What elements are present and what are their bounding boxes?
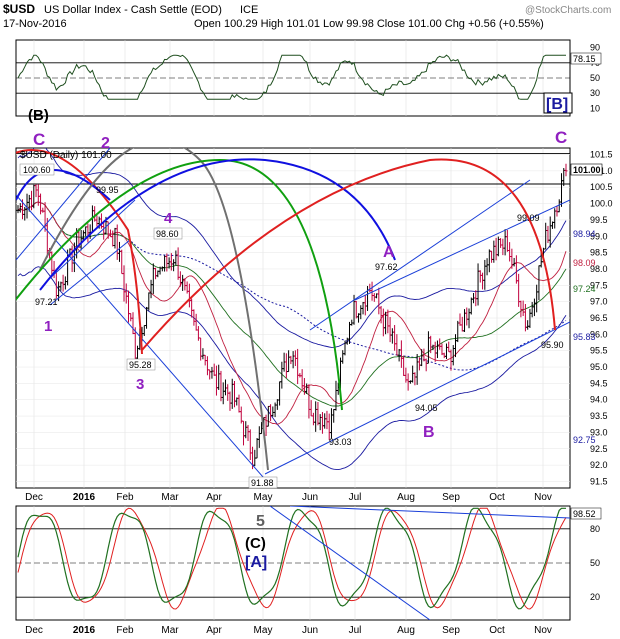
tag-bb-lower: 92.75 (573, 435, 596, 445)
x-tick-label-price: Mar (161, 492, 179, 503)
pivot-label-99-09: 99.09 (517, 213, 540, 223)
wave-c-left: C (33, 130, 45, 149)
wave-a-bracket: [A] (245, 554, 267, 571)
wave-b-bracket: [B] (546, 96, 568, 113)
x-tick-label-price: Sep (442, 492, 460, 503)
rsi-tick-label: 30 (590, 88, 600, 98)
header-name: US Dollar Index - Cash Settle (EOD) (44, 4, 222, 16)
x-tick-label-stoch: Jun (302, 625, 318, 636)
wave-b-mid: B (423, 424, 435, 441)
price-tick-label: 92.0 (590, 460, 608, 470)
tag-ma-green: 97.24 (573, 284, 596, 294)
pivot-label-94-05: 94.05 (415, 403, 438, 413)
x-tick-label-stoch: Dec (25, 625, 43, 636)
wave-2: 2 (101, 135, 110, 152)
price-tick-label: 100.0 (590, 199, 613, 209)
price-tick-label: 97.0 (590, 297, 608, 307)
price-tick-label: 98.5 (590, 248, 608, 258)
wave-4: 4 (164, 210, 173, 227)
pivot-label-98-60: 98.60 (156, 229, 179, 239)
x-tick-label-price: May (254, 492, 273, 503)
header-copyright: @StockCharts.com (525, 5, 611, 16)
price-tick-label: 101.5 (590, 150, 613, 160)
tag-bb-mid: 95.83 (573, 332, 596, 342)
pivot-label-97-62: 97.62 (375, 262, 398, 272)
x-tick-label-stoch: Feb (116, 625, 134, 636)
wave-1: 1 (44, 318, 52, 335)
pivot-label-95-28: 95.28 (129, 360, 152, 370)
rsi-tick-label: 50 (590, 73, 600, 83)
tag-stoch-last: 98.52 (573, 509, 596, 519)
wave-a-mid: A (383, 244, 395, 261)
wave-c-right: C (555, 128, 567, 147)
x-tick-label-stoch: 2016 (73, 625, 96, 636)
tag-bb-upper: 98.94 (573, 229, 596, 239)
x-tick-label-stoch: Mar (161, 625, 179, 636)
rsi-tick-label: 90 (590, 43, 600, 53)
price-legend: $USD (Daily) 101.00 (20, 150, 112, 161)
header-symbol: $USD (3, 2, 35, 16)
stoch-tick-label: 20 (590, 592, 600, 602)
x-tick-label-price: 2016 (73, 492, 96, 503)
x-tick-label-stoch: Jul (349, 625, 362, 636)
price-tick-label: 96.5 (590, 313, 608, 323)
x-tick-label-price: Apr (206, 492, 222, 503)
rsi-tick-label: 10 (590, 103, 600, 113)
x-tick-label-price: Aug (397, 492, 415, 503)
x-tick-label-price: Oct (489, 492, 505, 503)
price-tick-label: 95.5 (590, 346, 608, 356)
x-tick-label-price: Dec (25, 492, 43, 503)
x-tick-label-stoch: Apr (206, 625, 222, 636)
x-tick-label-price: Feb (116, 492, 134, 503)
tag-price-last: 101.00 (573, 165, 601, 175)
x-tick-label-stoch: Nov (534, 625, 552, 636)
pivot-label-95-90: 95.90 (541, 340, 564, 350)
price-tick-label: 93.5 (590, 411, 608, 421)
header-exchange: ICE (240, 4, 258, 16)
x-tick-label-price: Nov (534, 492, 552, 503)
pivot-label-99-95: 99.95 (96, 185, 119, 195)
tag-ma-red: 98.09 (573, 258, 596, 268)
price-tick-label: 91.5 (590, 476, 608, 486)
x-tick-label-stoch: May (254, 625, 273, 636)
pivot-label-93-03: 93.03 (329, 437, 352, 447)
wave-c-paren: (C) (245, 535, 266, 552)
header-date: 17-Nov-2016 (3, 18, 67, 30)
chart-canvas: $USD US Dollar Index - Cash Settle (EOD)… (3, 2, 613, 636)
price-tick-label: 95.0 (590, 362, 608, 372)
wave-5: 5 (256, 513, 265, 530)
x-tick-label-price: Jun (302, 492, 318, 503)
stoch-tick-label: 50 (590, 558, 600, 568)
wave-3: 3 (136, 376, 144, 393)
x-tick-label-stoch: Sep (442, 625, 460, 636)
x-tick-label-stoch: Oct (489, 625, 505, 636)
header-ohlc: Open 100.29 High 101.01 Low 99.98 Close … (194, 18, 544, 30)
price-tick-label: 99.5 (590, 215, 608, 225)
x-tick-label-stoch: Aug (397, 625, 415, 636)
price-tick-label: 100.5 (590, 182, 613, 192)
wave-b-paren: (B) (28, 107, 49, 124)
pivot-label-100-60: 100.60 (23, 165, 51, 175)
pivot-label-97-21: 97.21 (35, 297, 58, 307)
price-tick-label: 92.5 (590, 444, 608, 454)
price-tick-label: 94.0 (590, 395, 608, 405)
x-tick-label-price: Jul (349, 492, 362, 503)
stoch-tick-label: 80 (590, 524, 600, 534)
price-tick-label: 94.5 (590, 378, 608, 388)
tag-rsi-last: 78.15 (573, 54, 596, 64)
pivot-label-91-88: 91.88 (251, 478, 274, 488)
